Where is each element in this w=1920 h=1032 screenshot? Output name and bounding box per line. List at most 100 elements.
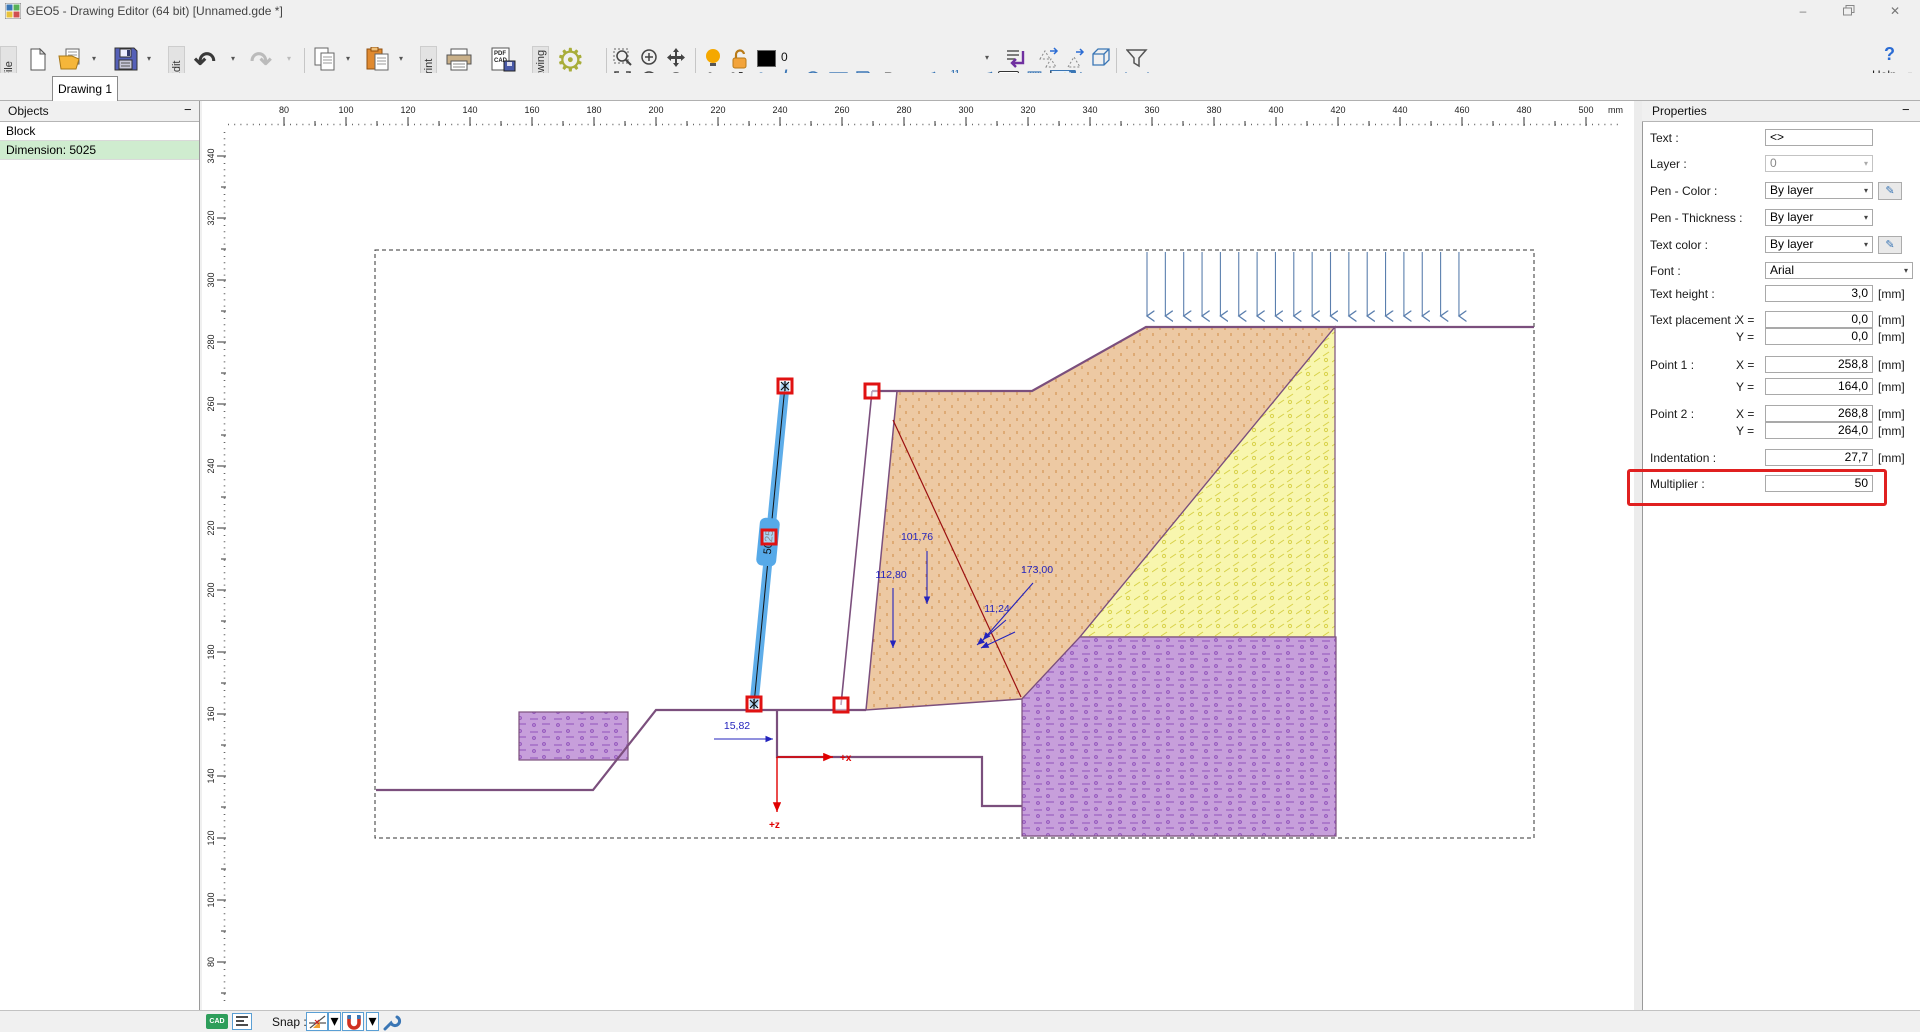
copy-button[interactable] xyxy=(313,47,338,72)
point1-x-unit: [mm] xyxy=(1878,358,1905,372)
handle-dimension-start[interactable] xyxy=(747,697,761,711)
panel-splitter[interactable] xyxy=(1634,101,1642,1010)
text-height-field[interactable]: 3,0 xyxy=(1765,285,1873,302)
terrain-outline-pit[interactable] xyxy=(777,710,1022,806)
handle-dimension-text[interactable] xyxy=(762,530,776,544)
text-color-picker-button[interactable]: ✎ xyxy=(1878,236,1902,254)
indentation-field[interactable]: 27,7 xyxy=(1765,449,1873,466)
object-list-item-dimension-selected[interactable]: Dimension: 5025 xyxy=(0,141,199,160)
point1-y-field[interactable]: 164,0 xyxy=(1765,378,1873,395)
surcharge-load-arrows xyxy=(1147,252,1459,316)
svg-text:400: 400 xyxy=(1268,105,1283,115)
objects-collapse-button[interactable]: − xyxy=(184,99,192,120)
point1-y-unit: [mm] xyxy=(1878,380,1905,394)
svg-text:120: 120 xyxy=(206,830,216,845)
minimize-button[interactable]: – xyxy=(1786,0,1820,22)
svg-text:380: 380 xyxy=(1206,105,1221,115)
snap-settings-wrench-icon[interactable] xyxy=(382,1013,402,1031)
font-combo[interactable]: ▾Arial xyxy=(1765,262,1913,279)
svg-text:200: 200 xyxy=(206,582,216,597)
pen-color-caret[interactable]: ▾ xyxy=(1864,183,1868,198)
snap-mode-caret[interactable]: ▾ xyxy=(328,1012,341,1031)
point2-x-field[interactable]: 268,8 xyxy=(1765,405,1873,422)
text-field[interactable]: <> xyxy=(1765,129,1873,146)
properties-collapse-button[interactable]: − xyxy=(1902,99,1910,120)
svg-text:180: 180 xyxy=(586,105,601,115)
drawing-canvas[interactable]: 8010012014016018020022024026028030032034… xyxy=(202,101,1634,1010)
lock-icon[interactable] xyxy=(730,48,750,70)
visibility-bulb-icon[interactable] xyxy=(704,48,722,70)
soil-block-small[interactable] xyxy=(519,712,628,760)
svg-text:300: 300 xyxy=(958,105,973,115)
svg-text:260: 260 xyxy=(206,396,216,411)
font-combo-caret[interactable]: ▾ xyxy=(1904,263,1908,278)
text-color-caret[interactable]: ▾ xyxy=(1864,237,1868,252)
pen-thickness-caret[interactable]: ▾ xyxy=(1864,210,1868,225)
svg-text:100: 100 xyxy=(338,105,353,115)
svg-text:320: 320 xyxy=(206,210,216,225)
point1-x-field[interactable]: 258,8 xyxy=(1765,356,1873,373)
handle-wall-top[interactable] xyxy=(865,384,879,398)
tab-drawing-1[interactable]: Drawing 1 xyxy=(52,76,118,101)
properties-panel-title: Properties xyxy=(1652,104,1707,118)
box-3d-button[interactable] xyxy=(1090,47,1114,69)
magnet-snap-caret[interactable]: ▾ xyxy=(366,1012,379,1031)
print-button[interactable] xyxy=(446,48,473,71)
pen-color-combo[interactable]: ▾By layer xyxy=(1765,182,1873,199)
handle-dimension-end[interactable] xyxy=(778,379,792,393)
svg-text:mm: mm xyxy=(1608,105,1623,115)
help-icon[interactable]: ? xyxy=(1884,44,1895,65)
pen-thickness-combo[interactable]: ▾By layer xyxy=(1765,209,1873,226)
object-list-item-block[interactable]: Block xyxy=(0,122,199,141)
objects-panel xyxy=(0,101,200,1010)
layer-combo-caret[interactable]: ▾ xyxy=(985,53,989,62)
svg-text:140: 140 xyxy=(462,105,477,115)
wall-line[interactable] xyxy=(841,391,872,705)
cad-status-icon[interactable]: CAD xyxy=(206,1014,228,1029)
apply-to-layer-icon[interactable] xyxy=(1004,47,1028,71)
copy-caret[interactable]: ▾ xyxy=(346,54,350,63)
text-color-label: Text color : xyxy=(1650,238,1708,252)
save-caret[interactable]: ▾ xyxy=(147,54,151,63)
svg-text:160: 160 xyxy=(206,706,216,721)
point2-y-eq: Y = xyxy=(1736,424,1762,438)
paste-button[interactable] xyxy=(366,47,391,72)
point1-x-eq: X = xyxy=(1736,358,1762,372)
handle-wall-bottom[interactable] xyxy=(834,698,848,712)
restore-button[interactable] xyxy=(1832,0,1866,22)
save-button[interactable] xyxy=(114,47,138,71)
pen-color-swatch[interactable] xyxy=(757,50,776,67)
point2-x-unit: [mm] xyxy=(1878,407,1905,421)
open-file-button[interactable] xyxy=(58,47,84,72)
tab-bar: + ✕ xyxy=(0,73,1920,101)
pdf-cad-export-button[interactable]: PDF CAD xyxy=(490,47,517,72)
pan-button[interactable] xyxy=(666,48,686,68)
placement-y-field[interactable]: 0,0 xyxy=(1765,328,1873,345)
svg-text:340: 340 xyxy=(206,148,216,163)
open-file-caret[interactable]: ▾ xyxy=(92,54,96,63)
paste-caret[interactable]: ▾ xyxy=(399,54,403,63)
filter-button[interactable] xyxy=(1126,49,1148,68)
pen-color-picker-button[interactable]: ✎ xyxy=(1878,182,1902,200)
layers-status-icon[interactable] xyxy=(232,1013,252,1030)
new-file-button[interactable] xyxy=(27,48,49,72)
multiplier-field[interactable]: 50 xyxy=(1765,475,1873,492)
text-color-combo[interactable]: ▾By layer xyxy=(1765,236,1873,253)
zoom-in-button[interactable] xyxy=(640,48,660,68)
undo-caret[interactable]: ▾ xyxy=(231,54,235,63)
point2-y-field[interactable]: 264,0 xyxy=(1765,422,1873,439)
copy-format-button[interactable] xyxy=(1038,47,1062,69)
close-button[interactable]: ✕ xyxy=(1878,0,1912,22)
magnet-snap-button[interactable] xyxy=(342,1012,364,1031)
zoom-window-button[interactable] xyxy=(613,48,634,68)
dim-label-15: 15,82 xyxy=(724,720,750,732)
pdf-icon-text1: PDF xyxy=(494,51,506,57)
layer-combo-value[interactable]: 0 xyxy=(781,50,788,64)
svg-text:240: 240 xyxy=(772,105,787,115)
snap-label: Snap : xyxy=(272,1015,307,1029)
soil-region-purple[interactable] xyxy=(1022,637,1336,836)
snap-mode-button[interactable] xyxy=(306,1012,328,1031)
svg-text:220: 220 xyxy=(710,105,725,115)
svg-text:160: 160 xyxy=(524,105,539,115)
placement-x-field[interactable]: 0,0 xyxy=(1765,311,1873,328)
